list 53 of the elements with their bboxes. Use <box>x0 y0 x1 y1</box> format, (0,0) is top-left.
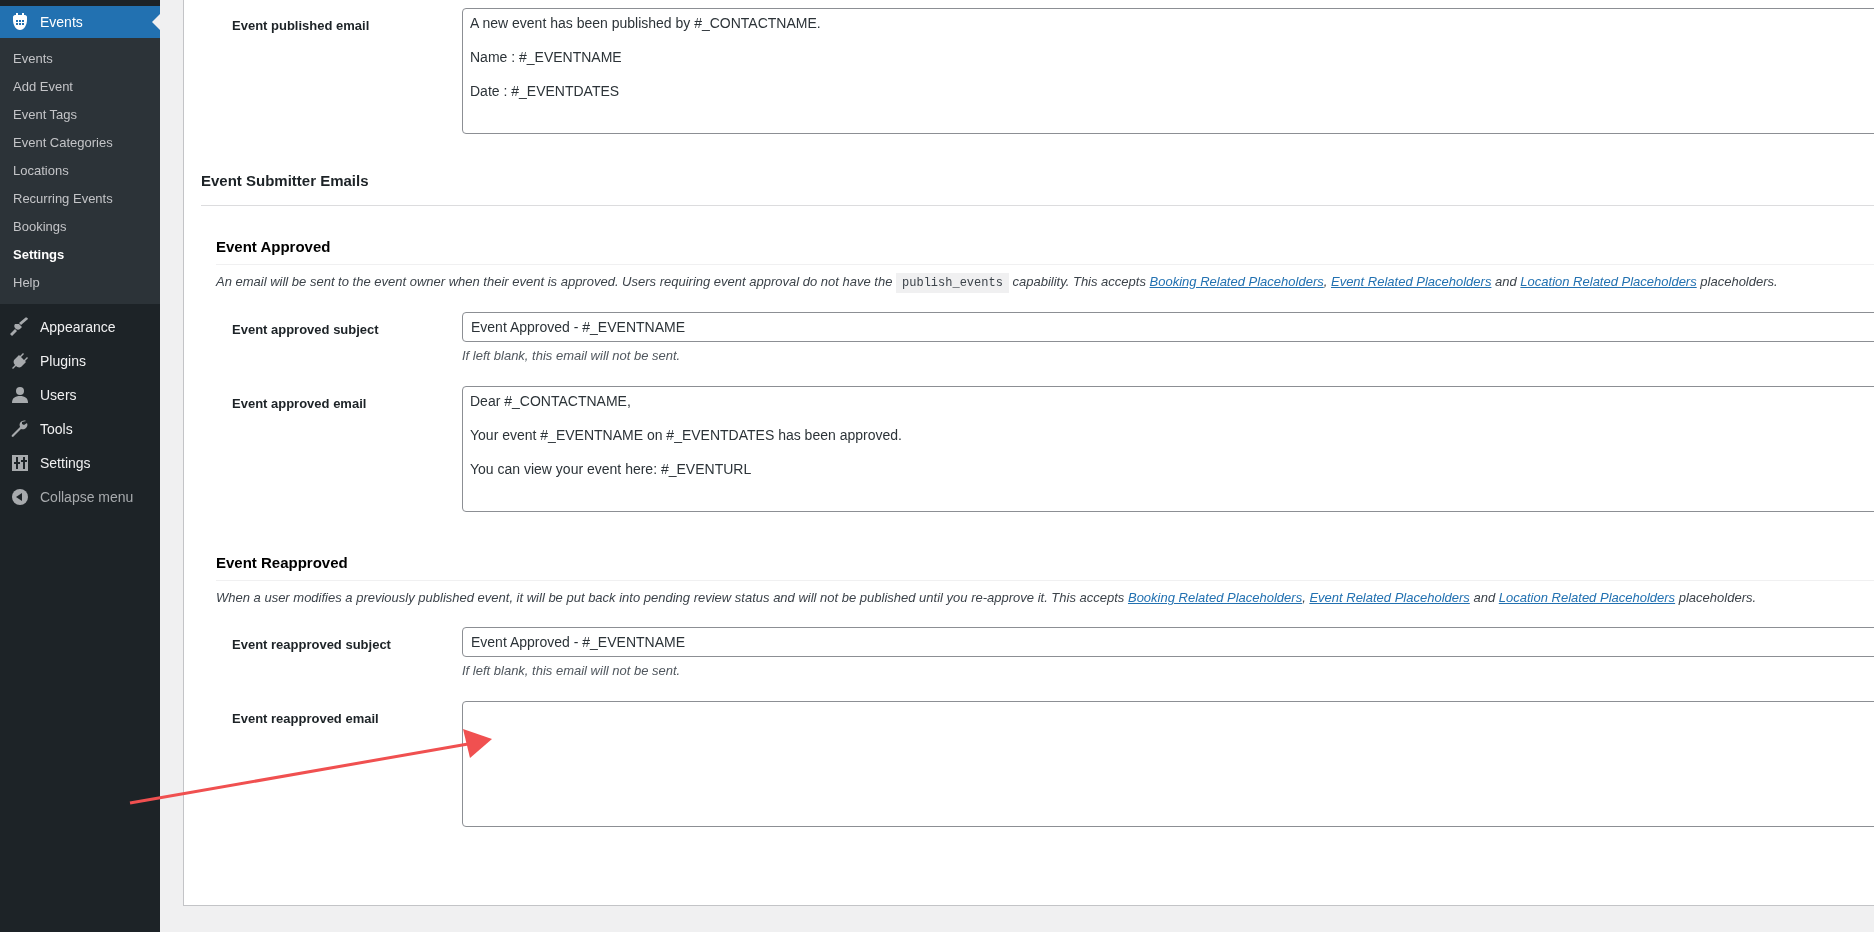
menu-item[interactable]: Tools <box>0 412 160 446</box>
email-textarea[interactable] <box>462 700 1874 827</box>
current-pointer-icon <box>152 14 160 30</box>
email-text-line: Your event #_EVENTNAME on #_EVENTDATES has been approved. <box>470 426 903 443</box>
subsection-heading: Event Reapproved <box>216 551 1874 581</box>
menu-item[interactable]: Settings <box>0 446 160 480</box>
submenu-item[interactable]: Help <box>0 269 160 297</box>
email-text-line: Date : #_EVENTDATES <box>470 83 621 99</box>
submenu-item[interactable]: Recurring Events <box>0 185 160 213</box>
events-menu-item[interactable]: Events <box>0 6 160 38</box>
section-description: When a user modifies a previously published event, it will be put back into pending review status and will not be published until you re-approve it. This accepts Booking Related Placeholders, Event Related Placeholders and Location Related Placeholders placeholders. <box>216 589 1758 607</box>
section-heading: Event Submitter Emails <box>201 170 1874 206</box>
email-text-line: A new event has been published by #_CONTACTNAME. <box>470 15 822 31</box>
email-text-line: Dear #_CONTACTNAME, <box>470 392 632 409</box>
submenu-item[interactable]: Events <box>0 45 160 73</box>
field-hint: If left blank, this email will not be sent. <box>462 347 682 365</box>
field-label: Event approved subject <box>232 321 380 339</box>
email-text-line: You can view your event here: #_EVENTURL <box>470 460 753 477</box>
placeholders-link[interactable]: Location Related Placeholders <box>1520 274 1697 289</box>
submenu-item[interactable]: Locations <box>0 157 160 185</box>
field-label: Event published email <box>232 17 371 35</box>
menu-item[interactable]: Appearance <box>0 310 160 344</box>
plug-icon <box>10 351 30 371</box>
brush-icon <box>10 317 30 337</box>
submenu-item[interactable]: Bookings <box>0 213 160 241</box>
code-snippet: publish_events <box>896 273 1009 293</box>
subsection-heading: Event Approved <box>216 235 1874 265</box>
submenu-item[interactable]: Add Event <box>0 73 160 101</box>
placeholders-link[interactable]: Location Related Placeholders <box>1498 590 1676 605</box>
submenu-item[interactable]: Event Tags <box>0 101 160 129</box>
collapse-icon <box>10 487 30 507</box>
calendar-icon <box>10 12 30 32</box>
placeholders-link[interactable]: Event Related Placeholders <box>1330 274 1492 289</box>
placeholders-link[interactable]: Booking Related Placeholders <box>1149 274 1324 289</box>
submenu-item[interactable]: Event Categories <box>0 129 160 157</box>
field-label: Event reapproved subject <box>232 636 392 654</box>
section-description: An email will be sent to the event owner when their event is approved. Users requiring event approval do not have the publish_events capability. This accepts Booking Related Placeholders, Event Related Placeholders and Location Related Placeholders placeholders. <box>216 269 1874 296</box>
menu-item[interactable]: Plugins <box>0 344 160 378</box>
email-textarea[interactable]: A new event has been published by #_CONTACTNAME. Name : #_EVENTNAME Date : #_EVENTDATES <box>462 8 1874 134</box>
subject-field[interactable]: Event Approved - #_EVENTNAME <box>462 312 1874 342</box>
sliders-icon <box>10 453 30 473</box>
user-icon <box>10 385 30 405</box>
email-text-line: Name : #_EVENTNAME <box>470 49 623 65</box>
submenu-item[interactable]: Settings <box>0 241 160 269</box>
subject-field[interactable]: Event Approved - #_EVENTNAME <box>462 627 1874 657</box>
menu-item[interactable]: Users <box>0 378 160 412</box>
field-hint: If left blank, this email will not be sent. <box>462 662 682 680</box>
field-label: Event approved email <box>232 394 368 413</box>
menu-item[interactable]: Collapse menu <box>0 480 160 514</box>
wrench-icon <box>10 419 30 439</box>
field-label: Event reapproved email <box>232 709 380 728</box>
email-textarea[interactable]: Dear #_CONTACTNAME, Your event #_EVENTNAME on #_EVENTDATES has been approved. You can view your event here: #_EVENTURL <box>462 385 1874 512</box>
placeholders-link[interactable]: Event Related Placeholders <box>1309 590 1470 605</box>
